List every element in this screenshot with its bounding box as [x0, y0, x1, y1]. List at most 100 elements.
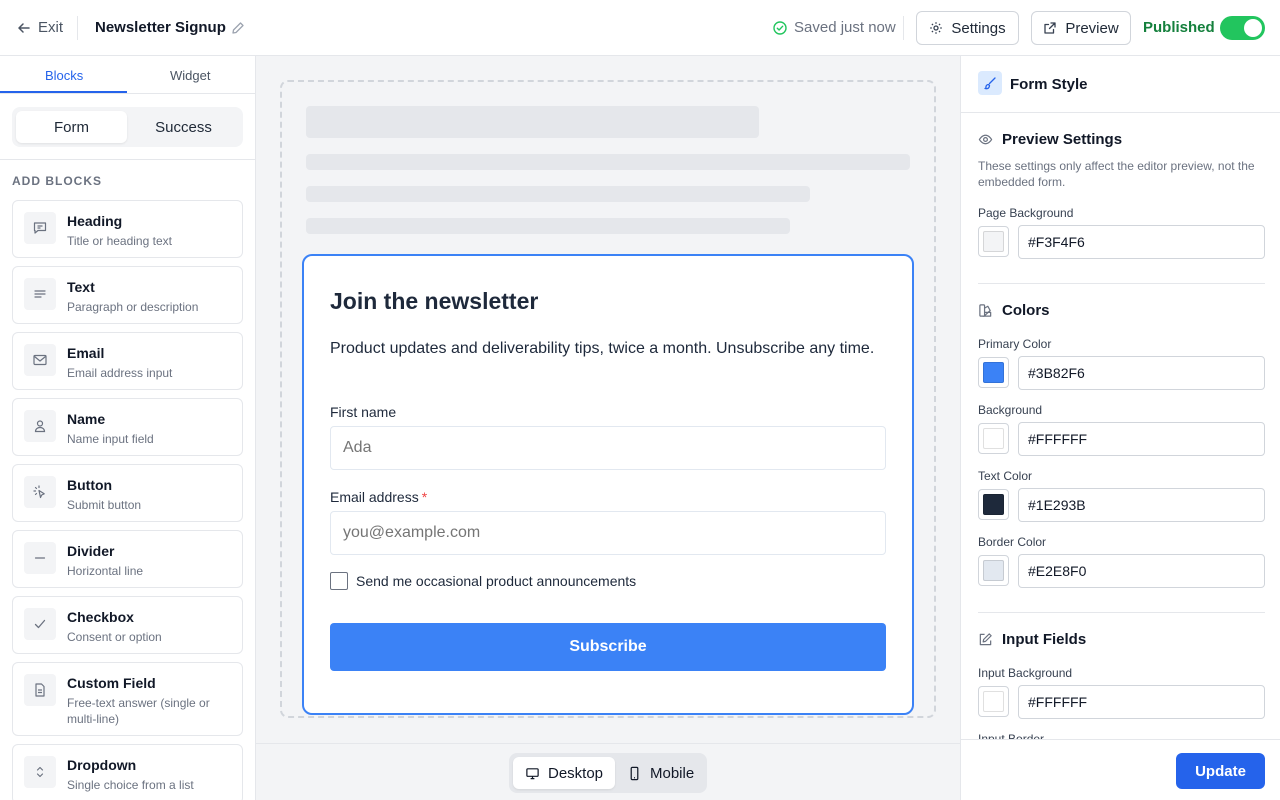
block-name: Heading [67, 213, 123, 229]
checkbox-label: Send me occasional product announcements [356, 573, 637, 589]
subscribe-button[interactable]: Subscribe [330, 623, 886, 671]
desktop-button[interactable]: Desktop [513, 757, 616, 789]
input-background-input[interactable] [1018, 685, 1265, 719]
text-color-label: Text Color [978, 469, 1033, 483]
background-swatch[interactable] [978, 423, 1009, 454]
block-name-field[interactable]: Name Name input field [12, 398, 243, 456]
swatch-fill [983, 362, 1004, 383]
form-description: Product updates and deliverability tips,… [330, 340, 875, 357]
email-input[interactable] [330, 511, 886, 555]
swatch-fill [983, 691, 1004, 712]
top-bar: Exit Newsletter Signup Saved just now Se… [0, 0, 1280, 56]
announcements-checkbox-row[interactable]: Send me occasional product announcements [330, 572, 636, 590]
device-bar: Desktop Mobile [256, 743, 960, 800]
border-color-swatch[interactable] [978, 555, 1009, 586]
block-dropdown[interactable]: Dropdown Single choice from a list [12, 744, 243, 800]
block-checkbox[interactable]: Checkbox Consent or option [12, 596, 243, 654]
style-panel-header: Form Style [961, 56, 1280, 113]
form-success-switch: Form Success [12, 107, 243, 147]
user-icon [24, 410, 56, 442]
colors-heading: Colors [978, 302, 1050, 319]
preview-label: Preview [1065, 19, 1119, 37]
preview-button[interactable]: Preview [1031, 11, 1131, 45]
style-panel-footer: Update [961, 739, 1280, 800]
block-desc: Submit button [67, 498, 142, 512]
active-tab-indicator [0, 91, 127, 93]
divider [77, 16, 78, 40]
block-desc: Single choice from a list [67, 778, 194, 792]
align-left-icon [24, 278, 56, 310]
paintbrush-icon [978, 71, 1002, 95]
mail-icon [24, 344, 56, 376]
check-icon [24, 608, 56, 640]
block-desc: Email address input [67, 366, 173, 380]
preview-settings-heading: Preview Settings [978, 131, 1122, 148]
block-email[interactable]: Email Email address input [12, 332, 243, 390]
background-label: Background [978, 403, 1043, 417]
first-name-input[interactable] [330, 426, 886, 470]
input-background-swatch[interactable] [978, 686, 1009, 717]
block-name: Button [67, 477, 113, 493]
skeleton-line [306, 154, 910, 170]
block-text[interactable]: Text Paragraph or description [12, 266, 243, 324]
block-divider[interactable]: Divider Horizontal line [12, 530, 243, 588]
mobile-button[interactable]: Mobile [615, 757, 706, 789]
background-input[interactable] [1018, 422, 1265, 456]
chevrons-up-down-icon [24, 756, 56, 788]
published-toggle[interactable] [1220, 16, 1265, 40]
update-button[interactable]: Update [1176, 753, 1265, 789]
border-color-input[interactable] [1018, 554, 1265, 588]
block-name: Name [67, 411, 106, 427]
message-square-icon [24, 212, 56, 244]
primary-color-input[interactable] [1018, 356, 1265, 390]
swatch-fill [983, 231, 1004, 252]
smartphone-icon [627, 766, 642, 781]
page-background-swatch[interactable] [978, 226, 1009, 257]
minus-icon [24, 542, 56, 574]
block-desc: Consent or option [67, 630, 162, 644]
exit-button[interactable]: Exit [16, 19, 63, 36]
tab-blocks[interactable]: Blocks [45, 68, 83, 83]
block-heading[interactable]: Heading Title or heading text [12, 200, 243, 258]
palette-icon [978, 303, 993, 318]
rename-pencil-icon[interactable] [231, 21, 245, 35]
blocks-sidebar: Blocks Widget Form Success ADD BLOCKS He… [0, 56, 256, 800]
swatch-fill [983, 428, 1004, 449]
primary-color-swatch[interactable] [978, 357, 1009, 388]
block-custom-field[interactable]: Custom Field Free-text answer (single or… [12, 662, 243, 736]
mobile-label: Mobile [650, 764, 695, 782]
add-blocks-heading: ADD BLOCKS [12, 174, 102, 188]
announcements-checkbox[interactable] [330, 572, 348, 590]
block-name: Email [67, 345, 105, 361]
signup-form-card[interactable]: Join the newsletter Product updates and … [302, 254, 914, 715]
settings-button[interactable]: Settings [916, 11, 1019, 45]
block-name: Divider [67, 543, 115, 559]
save-status: Saved just now [773, 19, 896, 36]
swatch-fill [983, 494, 1004, 515]
save-status-text: Saved just now [794, 19, 896, 36]
text-color-swatch[interactable] [978, 489, 1009, 520]
segment-success[interactable]: Success [128, 111, 239, 143]
divider [0, 159, 255, 160]
primary-color-label: Primary Color [978, 337, 1052, 351]
swatch-fill [983, 560, 1004, 581]
arrow-left-icon [16, 20, 32, 36]
segment-form[interactable]: Form [16, 111, 127, 143]
style-panel-title: Form Style [1010, 76, 1088, 93]
pointer-click-icon [24, 476, 56, 508]
email-label: Email address * [330, 489, 427, 505]
block-button[interactable]: Button Submit button [12, 464, 243, 522]
block-desc: Horizontal line [67, 564, 144, 578]
page-title: Newsletter Signup [95, 19, 226, 36]
first-name-label: First name [330, 404, 397, 420]
page-background-input[interactable] [1018, 225, 1265, 259]
block-desc: Free-text answer (single or multi-line) [67, 696, 210, 726]
block-name: Checkbox [67, 609, 134, 625]
block-name: Custom Field [67, 675, 156, 691]
text-color-input[interactable] [1018, 488, 1265, 522]
block-desc: Title or heading text [67, 234, 172, 248]
skeleton-line [306, 186, 810, 202]
tab-widget[interactable]: Widget [170, 68, 210, 83]
style-panel: Form Style Preview Settings These settin… [960, 56, 1280, 800]
input-background-label: Input Background [978, 666, 1073, 680]
